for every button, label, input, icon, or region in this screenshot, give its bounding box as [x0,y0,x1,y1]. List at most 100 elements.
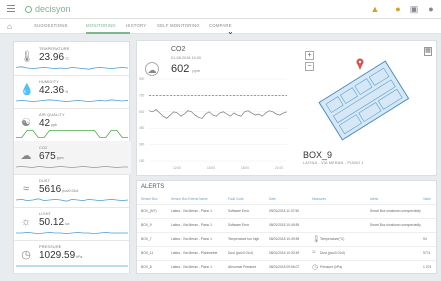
active-tab-indicator [86,32,130,34]
sparkline-series [16,231,128,235]
alert-cell-date: 08/01/2018 09:56:07 [269,265,300,269]
pressure-icon: ◷ [312,264,319,271]
alerts-title: ALERTS [141,184,165,190]
sensor-label: Dust [39,179,51,183]
box-location: LATINA - VIA MERAN - PIANO 1 [303,161,364,165]
sensor-tile-pressure[interactable]: ◷ Pressure 1029.59hPa [14,240,131,274]
alert-cell-box: BOX_11 [141,251,154,255]
thermometer-icon: 🌡 [312,236,321,243]
y-tick-label: 150 [139,159,145,163]
sparkline-series [16,99,128,103]
alert-row[interactable]: BOX_8 Latina - Via Meran - Piano 1 Abnorma… [137,260,436,273]
notification-icon[interactable]: ● [393,4,403,14]
alert-cell-measure: Dust (pcs/0.01cf) [320,251,345,255]
sensor-unit: °C [65,57,69,61]
sensor-label: Temperature [39,47,70,51]
alert-cell-code: Temperature too high [228,237,260,241]
alert-cell-measure: Pressure (hPa) [320,265,343,269]
x-tick-label: 15:00 [207,166,215,170]
sensor-title: CO2 [171,46,186,53]
tab-suggestions[interactable]: Suggestions [34,23,68,28]
sensor-label: CO2 [39,146,48,150]
alert-cell-value: 9774 [423,251,431,255]
dust-icon: ≈ [312,249,316,256]
sensor-sparkline [16,66,128,70]
sensor-sidebar: 🌡 Temperature 23.96°C 💧 Humidity 42.36% ☯ Air Q… [13,41,131,274]
x-tick-label: 21:00 [275,166,283,170]
alert-row[interactable]: BOX_11 Latina - Via Meran - Planimetrie Du… [137,246,436,259]
sensor-sparkline [16,231,128,235]
sensor-tile-light[interactable]: ☼ Light 50.12lux [14,207,131,241]
tab-history[interactable]: History [126,23,146,28]
alert-cell-box: BOX_9 [141,223,152,227]
sensor-sparkline [16,198,128,202]
y-tick-label: 450 [139,126,145,130]
sensor-unit: pcs/0.01cf [62,189,79,193]
alert-cell-name: Latina - Via Meran - Piano 1 [171,237,212,241]
home-icon[interactable]: ⌂ [7,22,12,31]
col-date[interactable]: Date [269,197,276,201]
alert-cell-code: Dust (pcs/0.01cf) [228,251,253,255]
col-fault-code[interactable]: Fault Code [228,197,244,201]
col-extend-name[interactable]: Sensor Box Extend Name [171,197,208,201]
alert-cell-code: Software Error [228,209,250,213]
sensor-label: Light [39,212,52,216]
alert-cell-measure: Temperature(°C) [320,237,345,241]
co2-series-line [148,109,288,119]
alert-cell-box: BOX_8 [141,265,152,269]
sensor-unit: hPa [76,255,83,259]
x-tick-label: 12:00 [173,166,181,170]
alert-row[interactable]: BOX_7 Latina - Via Meran - Piano 1 Tempera… [137,232,436,245]
col-sensor-box[interactable]: Sensor Box [141,197,157,201]
box-name: BOX_9 [303,150,333,160]
alerts-header: Sensor Box Sensor Box Extend Name Fault … [137,196,436,203]
menu-icon[interactable] [7,5,15,12]
sensor-tile-humidity[interactable]: 💧 Humidity 42.36% [14,75,131,109]
nav-bar: ⌂ Suggestions Monitoring History Self Mo… [0,19,441,34]
alert-row[interactable]: BOX_(9/7) Latina - Via Meran - Piano 1 Sof… [137,204,436,217]
alert-cell-name: Latina - Via Meran - Piano 1 [171,265,212,269]
sensor-sparkline [16,99,128,103]
alert-cell-name: Latina - Via Meran - Planimetrie [171,251,218,255]
sensor-tile-air-quality[interactable]: ☯ Air Quality 42ppb [14,108,131,142]
sensor-date: 01-08-2018 10:00 [171,56,201,60]
sensor-unit: % [65,90,69,94]
grid-icon[interactable]: ▣ [409,4,419,14]
map-layers-icon[interactable]: ▦ [424,47,432,56]
sensor-unit: ppm [56,156,64,160]
sensor-sparkline [16,130,128,139]
sparkline-series [16,198,128,202]
floor-plan-map[interactable] [303,51,413,146]
tab-self-monitoring[interactable]: Self Monitoring [157,23,200,28]
alert-cell-alert: Smart Box shutdown unexpectedly [370,223,421,227]
tab-monitoring[interactable]: Monitoring [86,23,116,28]
y-tick-label: 300 [139,143,145,147]
main-panel: ☁ CO2 01-08-2018 10:00 602 ppm 900 750 600… [136,40,437,176]
sensor-sparkline [16,165,128,169]
sensor-tile-co2[interactable]: ☁ CO2 675ppm [14,141,131,175]
logo[interactable]: decisyon [25,4,71,14]
user-icon[interactable]: ● [426,4,436,14]
sensor-sparkline [16,265,128,267]
alert-cell-name: Latina - Via Meran - Piano 1 [171,223,212,227]
y-tick-label: 750 [139,93,145,97]
sensor-tile-dust[interactable]: ≈ Dust 5616pcs/0.01cf [14,174,131,208]
y-tick-label: 600 [139,110,145,114]
chevron-down-icon[interactable]: ⌄ [227,27,234,36]
sparkline-series [16,130,128,139]
col-value[interactable]: Value [423,197,431,201]
alert-row[interactable]: BOX_9 Latina - Via Meran - Piano 1 Softwar… [137,218,436,231]
alert-cell-name: Latina - Via Meran - Piano 1 [171,209,212,213]
bell-icon[interactable]: ▲ [370,4,380,14]
location-pin-icon[interactable] [356,58,364,71]
col-measures[interactable]: Measures [312,197,326,201]
col-alerts[interactable]: Alerts [370,197,378,201]
alert-cell-date: 08/01/2018 10:49:59 [269,223,300,227]
alert-cell-box: BOX_7 [141,237,152,241]
sensor-tile-temperature[interactable]: 🌡 Temperature 23.96°C [14,42,131,76]
alert-cell-code: Software Error [228,223,250,227]
y-tick-label: 900 [139,77,145,81]
sensor-label: Humidity [39,80,59,84]
alert-cell-alert: Smart Box shutdown unexpectedly [370,209,421,213]
alert-cell-box: BOX_(9/7) [141,209,157,213]
